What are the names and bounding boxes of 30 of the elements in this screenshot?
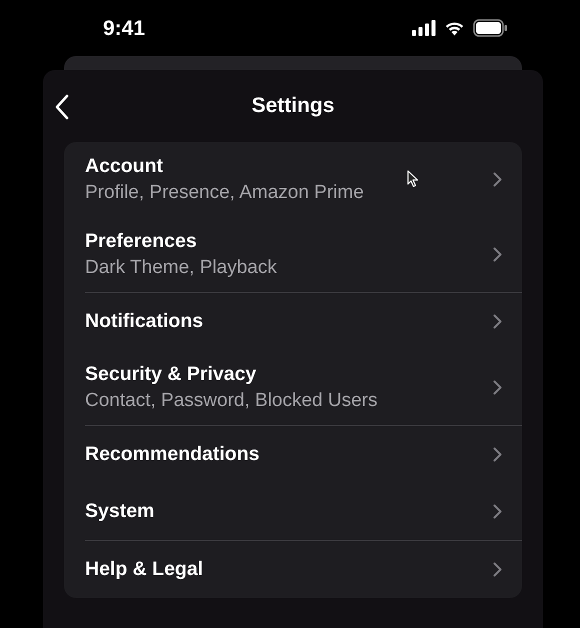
row-title: Security & Privacy [85,363,258,386]
row-title: Account [85,155,164,178]
row-subtitle: Contact, Password, Blocked Users [85,390,379,412]
settings-row[interactable]: Notifications [64,293,522,350]
row-title: Help & Legal [85,558,204,581]
wifi-icon [444,20,465,36]
row-title: Preferences [85,230,198,253]
row-title: Notifications [85,310,204,333]
chevron-right-icon [493,447,502,462]
chevron-right-icon [493,172,502,187]
settings-row[interactable]: Preferences Dark Theme, Playback [64,217,522,292]
chevron-right-icon [493,380,502,395]
chevron-right-icon [493,247,502,262]
battery-icon [473,19,508,37]
chevron-right-icon [493,504,502,519]
chevron-right-icon [493,314,502,329]
settings-row[interactable]: Account Profile, Presence, Amazon Prime [64,142,522,217]
chevron-right-icon [493,562,502,577]
cursor-icon [407,170,419,188]
row-title: Recommendations [85,443,260,466]
screen-title: Settings [252,94,334,118]
settings-row[interactable]: Recommendations [64,426,522,483]
status-time: 9:41 [103,17,146,41]
row-title: System [85,500,156,523]
settings-row[interactable]: System [64,483,522,540]
settings-row[interactable]: Help & Legal [64,541,522,598]
signal-icon [412,20,436,36]
row-subtitle: Dark Theme, Playback [85,257,278,279]
settings-row[interactable]: Security & Privacy Contact, Password, Blocked Users [64,350,522,425]
row-subtitle: Profile, Presence, Amazon Prime [85,182,365,204]
